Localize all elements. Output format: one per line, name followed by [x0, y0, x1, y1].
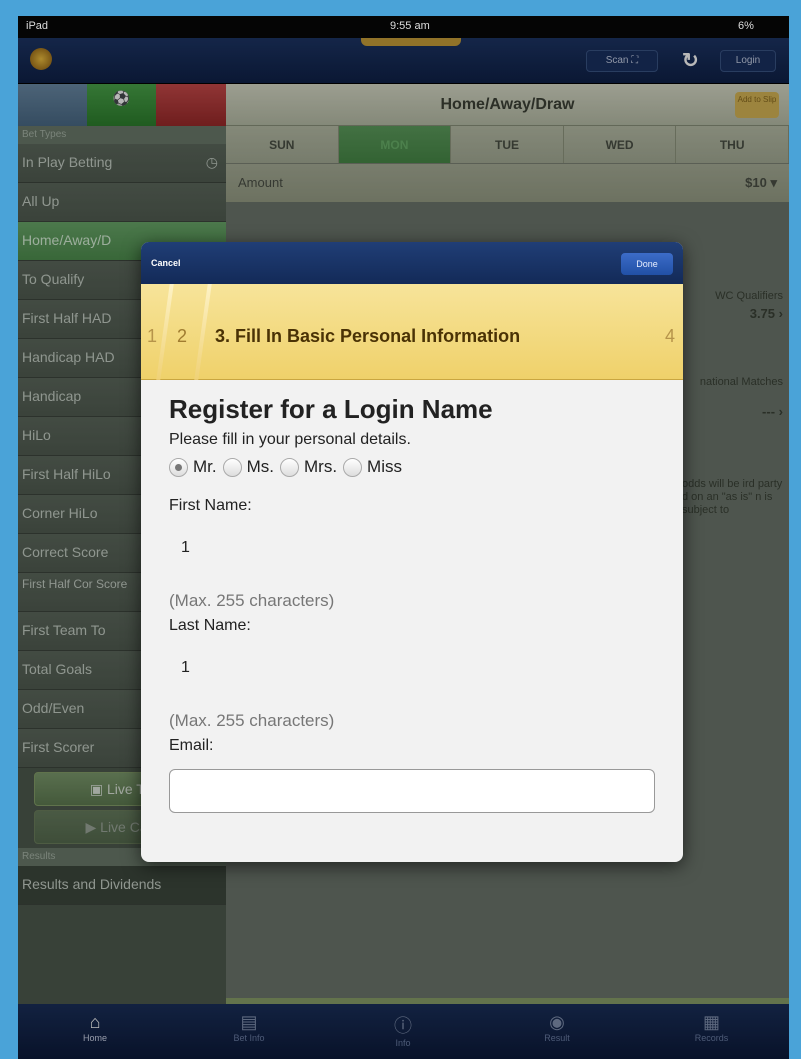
- day-tab-mon[interactable]: MON: [338, 126, 452, 163]
- amount-value: $10: [745, 175, 767, 190]
- app-logo: [30, 48, 52, 70]
- first-name-label: First Name:: [169, 497, 252, 514]
- title-radio-miss[interactable]: Miss: [343, 457, 402, 477]
- device-label: iPad: [26, 20, 49, 32]
- form-subheading: Please fill in your personal details.: [169, 431, 411, 448]
- day-selector: SUN MON TUE WED THU: [226, 126, 789, 164]
- done-button[interactable]: Done: [621, 253, 673, 275]
- cast-icon: ▶: [85, 819, 97, 835]
- form-heading: Register for a Login Name: [169, 394, 493, 424]
- step-current: 3. Fill In Basic Personal Information: [215, 326, 521, 346]
- step-progress: 1 2 3. Fill In Basic Personal Informatio…: [141, 284, 683, 380]
- modal-toolbar: Cancel Done: [141, 242, 683, 284]
- sport-tab-football[interactable]: ⚽: [87, 84, 156, 126]
- tab-label: Result: [544, 1033, 570, 1043]
- chevron-right-icon: ›: [778, 306, 783, 321]
- basket-icon: ▤: [240, 1012, 258, 1032]
- clock-icon: ◷: [205, 154, 218, 170]
- radio-label: Mr.: [193, 457, 217, 476]
- sport-tab-racing[interactable]: [18, 84, 87, 126]
- tab-label: Bet Info: [233, 1033, 265, 1043]
- first-name-field[interactable]: 1: [169, 539, 655, 557]
- tab-label: Home: [82, 1033, 107, 1043]
- dropdown-icon: ▾: [770, 175, 777, 190]
- step-2: 2: [177, 326, 188, 346]
- sidebar-item-results-and-dividends[interactable]: Results and Dividends: [18, 866, 226, 905]
- tab-bet-info[interactable]: ▤ Bet Info: [172, 1004, 326, 1059]
- match-league: WC Qualifiers: [715, 290, 783, 302]
- sidebar-item-label: In Play Betting: [22, 154, 113, 170]
- bet-types-header: Bet Types: [18, 126, 226, 144]
- match-row-2[interactable]: national Matches --- ›: [688, 376, 789, 419]
- page-title: Home/Away/Draw Add to Slip: [226, 84, 789, 126]
- battery-level: 6%: [738, 20, 754, 32]
- registration-modal: Cancel Done 1 2 3. Fill In Basic Persona…: [141, 242, 683, 862]
- day-tab-thu[interactable]: THU: [676, 126, 789, 163]
- email-label: Email:: [169, 737, 214, 754]
- last-name-label: Last Name:: [169, 617, 251, 634]
- step-divider: [194, 284, 212, 380]
- radio-icon: [343, 457, 363, 477]
- sidebar-item-all-up[interactable]: All Up: [18, 183, 226, 222]
- records-icon: ▦: [702, 1012, 720, 1032]
- amount-row[interactable]: Amount $10 ▾: [226, 164, 789, 202]
- day-tab-tue[interactable]: TUE: [451, 126, 564, 163]
- first-name-hint: (Max. 255 characters): [169, 591, 335, 610]
- match-odds: ---: [762, 404, 776, 419]
- sidebar-item-in-play-betting[interactable]: In Play Betting ◷: [18, 144, 226, 183]
- registration-form: Register for a Login Name Please fill in…: [141, 380, 683, 823]
- home-icon: ⌂: [89, 1012, 101, 1032]
- pull-down-handle[interactable]: [361, 38, 461, 46]
- refresh-icon[interactable]: ↻: [682, 48, 699, 73]
- title-radio-mrs[interactable]: Mrs.: [280, 457, 337, 477]
- title-radio-ms[interactable]: Ms.: [222, 457, 274, 477]
- match-row-1[interactable]: WC Qualifiers 3.75 ›: [688, 290, 789, 321]
- tab-home[interactable]: ⌂ Home: [18, 1004, 172, 1059]
- chevron-right-icon: ›: [778, 404, 783, 419]
- bottom-tab-bar: ⌂ Home ▤ Bet Info ⓘ Info ◉ Result ▦ Records: [18, 1004, 789, 1059]
- status-bar: iPad 9:55 am 6%: [18, 16, 789, 38]
- tab-label: Records: [694, 1033, 729, 1043]
- add-to-slip-button[interactable]: Add to Slip: [735, 92, 779, 118]
- radio-label: Mrs.: [304, 457, 338, 476]
- sport-selector: ⚽: [18, 84, 226, 126]
- radio-icon: [280, 457, 299, 477]
- scan-button[interactable]: Scan ⛶: [586, 50, 658, 72]
- radio-selected-icon: [169, 457, 188, 477]
- scan-label: Scan: [605, 55, 629, 66]
- title-radio-mr[interactable]: Mr.: [169, 457, 217, 477]
- step-divider: [156, 284, 174, 380]
- last-name-field[interactable]: 1: [169, 659, 655, 677]
- radio-icon: [222, 457, 242, 477]
- day-tab-wed[interactable]: WED: [563, 126, 677, 163]
- app-header: Scan ⛶ ↻ Login: [18, 38, 789, 84]
- email-field[interactable]: [169, 769, 655, 813]
- login-button[interactable]: Login: [720, 50, 776, 72]
- match-league: national Matches: [699, 376, 783, 388]
- cancel-button[interactable]: Cancel: [151, 258, 181, 268]
- day-tab-sun[interactable]: SUN: [226, 126, 339, 163]
- step-4: 4: [664, 326, 675, 346]
- tv-icon: ▣: [89, 781, 104, 797]
- step-1: 1: [147, 326, 158, 346]
- title-radio-group: Mr. Ms. Mrs. Miss: [169, 457, 655, 477]
- tab-label: Info: [395, 1038, 411, 1048]
- clock: 9:55 am: [390, 20, 430, 32]
- tab-result[interactable]: ◉ Result: [480, 1004, 634, 1059]
- radio-label: Ms.: [246, 457, 274, 476]
- tab-records[interactable]: ▦ Records: [634, 1004, 789, 1059]
- football-icon: ⚽: [112, 90, 131, 106]
- disclaimer-text: odds will be ird party d on an "as is" n…: [682, 478, 783, 516]
- tab-info[interactable]: ⓘ Info: [326, 1004, 480, 1059]
- sport-tab-lottery[interactable]: [156, 84, 226, 126]
- amount-label: Amount: [238, 175, 283, 190]
- info-icon: ⓘ: [394, 1016, 412, 1036]
- match-odds: 3.75: [749, 306, 776, 321]
- radio-label: Miss: [367, 457, 402, 476]
- scan-icon: ⛶: [631, 55, 639, 66]
- page-title-text: Home/Away/Draw: [440, 96, 575, 113]
- result-icon: ◉: [549, 1012, 565, 1032]
- last-name-hint: (Max. 255 characters): [169, 711, 335, 730]
